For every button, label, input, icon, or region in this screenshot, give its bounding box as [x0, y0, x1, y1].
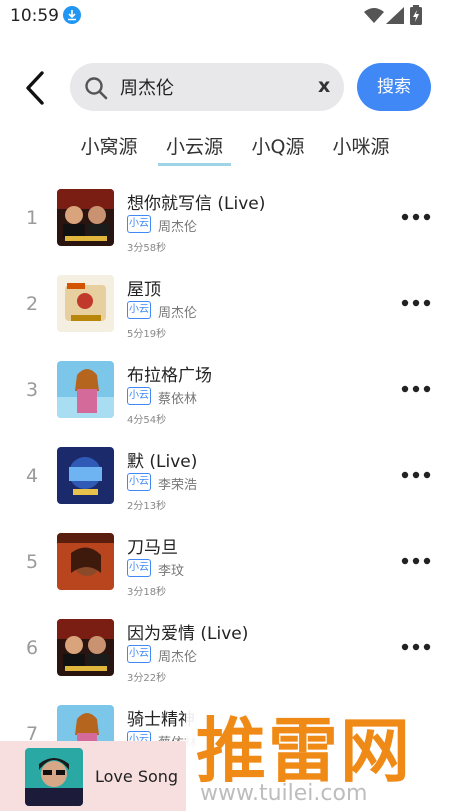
song-duration: 3分18秒	[127, 587, 167, 598]
source-badge: 小云	[127, 301, 151, 319]
song-list-item[interactable]: 3 布拉格广场 小云 蔡依林 4分54秒	[0, 361, 456, 447]
song-title: 布拉格广场	[127, 366, 212, 386]
status-time: 10:59	[10, 6, 59, 26]
mini-player[interactable]: Love Song	[0, 741, 186, 811]
more-options-icon[interactable]	[400, 551, 432, 571]
download-icon	[63, 6, 81, 24]
player-cover	[25, 748, 83, 806]
watermark-url: www.tuilei.com	[200, 781, 368, 806]
song-title: 屋顶	[127, 280, 161, 300]
album-cover	[57, 275, 114, 332]
album-cover	[57, 447, 114, 504]
song-list-item[interactable]: 2 屋顶 小云 周杰伦 5分19秒	[0, 275, 456, 361]
source-badge: 小云	[127, 559, 151, 577]
search-box[interactable]: x	[70, 63, 344, 111]
clear-search-button[interactable]: x	[318, 75, 330, 97]
wifi-icon	[364, 8, 384, 23]
song-title: 默 (Live)	[127, 452, 198, 472]
song-duration: 3分22秒	[127, 673, 167, 684]
status-bar: 10:59	[0, 0, 456, 32]
chevron-left-icon	[26, 71, 44, 105]
song-artist: 周杰伦	[158, 220, 198, 235]
battery-charging-icon	[410, 5, 422, 25]
song-artist: 蔡依林	[158, 392, 198, 407]
search-icon	[85, 77, 108, 100]
tab-source-xiaomi[interactable]: 小咪源	[327, 132, 395, 166]
search-input[interactable]	[120, 75, 310, 99]
song-artist: 周杰伦	[158, 306, 198, 321]
song-title: 刀马旦	[127, 538, 178, 558]
song-index: 1	[25, 207, 39, 229]
player-song-title: Love Song	[95, 767, 179, 786]
source-badge: 小云	[127, 645, 151, 663]
song-index: 3	[25, 379, 39, 401]
song-artist: 周杰伦	[158, 650, 198, 665]
song-duration: 2分13秒	[127, 501, 167, 512]
tab-source-xiaoq[interactable]: 小Q源	[246, 132, 310, 166]
song-title: 想你就写信 (Live)	[127, 194, 266, 214]
more-options-icon[interactable]	[400, 379, 432, 399]
song-artist: 李荣浩	[158, 478, 198, 493]
source-badge: 小云	[127, 215, 151, 233]
song-duration: 5分19秒	[127, 329, 167, 340]
more-options-icon[interactable]	[400, 293, 432, 313]
album-cover	[57, 619, 114, 676]
song-index: 2	[25, 293, 39, 315]
album-cover	[57, 189, 114, 246]
song-index: 5	[25, 551, 39, 573]
song-list-item[interactable]: 4 默 (Live) 小云 李荣浩 2分13秒	[0, 447, 456, 533]
song-index: 4	[25, 465, 39, 487]
song-duration: 4分54秒	[127, 415, 167, 426]
song-title: 骑士精神	[127, 710, 195, 730]
song-duration: 3分58秒	[127, 243, 167, 254]
more-options-icon[interactable]	[400, 637, 432, 657]
more-options-icon[interactable]	[400, 465, 432, 485]
song-index: 6	[25, 637, 39, 659]
back-button[interactable]	[20, 70, 52, 106]
album-cover	[57, 361, 114, 418]
song-artist: 李玟	[158, 564, 185, 579]
song-list-item[interactable]: 5 刀马旦 小云 李玟 3分18秒	[0, 533, 456, 619]
song-list-item[interactable]: 1 想你就写信 (Live) 小云 周杰伦 3分58秒	[0, 189, 456, 275]
source-badge: 小云	[127, 473, 151, 491]
tab-source-xiaoyun[interactable]: 小云源	[158, 132, 231, 166]
watermark: 推雷网 www.tuilei.com	[186, 691, 456, 811]
signal-icon	[386, 7, 404, 24]
album-cover	[57, 533, 114, 590]
source-badge: 小云	[127, 387, 151, 405]
more-options-icon[interactable]	[400, 207, 432, 227]
song-title: 因为爱情 (Live)	[127, 624, 249, 644]
tab-source-xiaowo[interactable]: 小窝源	[75, 132, 143, 166]
search-button[interactable]: 搜索	[357, 63, 431, 111]
